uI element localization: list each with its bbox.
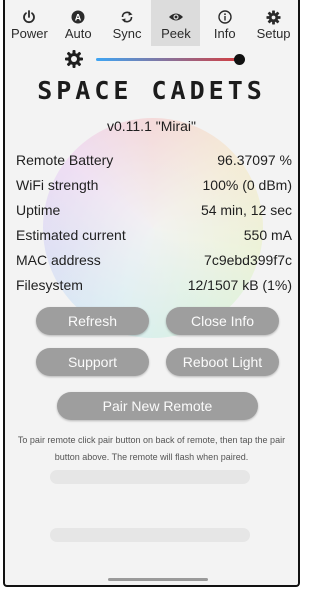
brand-logo: SPACE CADETS (37, 76, 266, 105)
reboot-light-button[interactable]: Reboot Light (166, 348, 279, 376)
home-indicator[interactable] (108, 578, 208, 581)
pair-new-remote-button[interactable]: Pair New Remote (57, 392, 258, 420)
auto-icon: A (69, 8, 87, 26)
info-row-estimated-current: Estimated current 550 mA (16, 225, 292, 250)
info-value: 54 min, 12 sec (200, 202, 292, 218)
info-row-wifi-strength: WiFi strength 100% (0 dBm) (16, 175, 292, 200)
info-label: WiFi strength (16, 177, 99, 193)
info-label: Filesystem (16, 277, 83, 293)
tab-label: Setup (256, 26, 291, 41)
background-slider (50, 528, 250, 542)
brightness-knob[interactable] (234, 54, 246, 65)
tab-label: Info (213, 26, 236, 41)
info-table: Remote Battery 96.37097 % WiFi strength … (16, 150, 292, 300)
info-label: Estimated current (16, 227, 126, 243)
tab-peek[interactable]: Peek (151, 0, 201, 46)
close-info-button[interactable]: Close Info (166, 307, 279, 335)
info-row-uptime: Uptime 54 min, 12 sec (16, 200, 292, 225)
tab-setup[interactable]: Setup (249, 0, 298, 46)
info-row-remote-battery: Remote Battery 96.37097 % (16, 150, 292, 175)
svg-text:A: A (75, 13, 82, 23)
tab-sync[interactable]: Sync (103, 0, 152, 46)
info-row-mac-address: MAC address 7c9ebd399f7c (16, 250, 292, 275)
brightness-slider[interactable] (60, 48, 260, 70)
background-slider (50, 470, 250, 484)
refresh-button[interactable]: Refresh (36, 307, 149, 335)
brightness-icon (65, 50, 83, 68)
info-value: 550 mA (243, 227, 292, 243)
info-label: MAC address (16, 252, 101, 268)
tab-label: Power (10, 26, 48, 41)
eye-icon (167, 8, 185, 26)
info-row-filesystem: Filesystem 12/1507 kB (1%) (16, 275, 292, 300)
info-label: Uptime (16, 202, 61, 218)
info-value: 96.37097 % (217, 152, 292, 168)
tab-label: Auto (64, 26, 92, 41)
brightness-track[interactable] (96, 58, 244, 61)
tab-label: Peek (161, 26, 191, 41)
support-button[interactable]: Support (36, 348, 149, 376)
sync-icon (118, 8, 136, 26)
info-value: 100% (0 dBm) (202, 177, 292, 193)
gear-icon (265, 8, 283, 26)
app-frame: Power A Auto Sync Peek Info Setup SPACE … (3, 0, 300, 587)
power-icon (20, 8, 38, 26)
tab-bar: Power A Auto Sync Peek Info Setup (5, 0, 298, 46)
info-icon (216, 8, 234, 26)
pair-instructions: To pair remote click pair button on back… (17, 435, 286, 462)
tab-label: Sync (112, 26, 142, 41)
info-value: 12/1507 kB (1%) (187, 277, 292, 293)
info-value: 7c9ebd399f7c (204, 252, 292, 268)
info-label: Remote Battery (16, 152, 114, 168)
tab-info[interactable]: Info (200, 0, 249, 46)
tab-auto[interactable]: A Auto (54, 0, 103, 46)
tab-power[interactable]: Power (5, 0, 54, 46)
version-label: v0.11.1 "Mirai" (106, 118, 197, 134)
